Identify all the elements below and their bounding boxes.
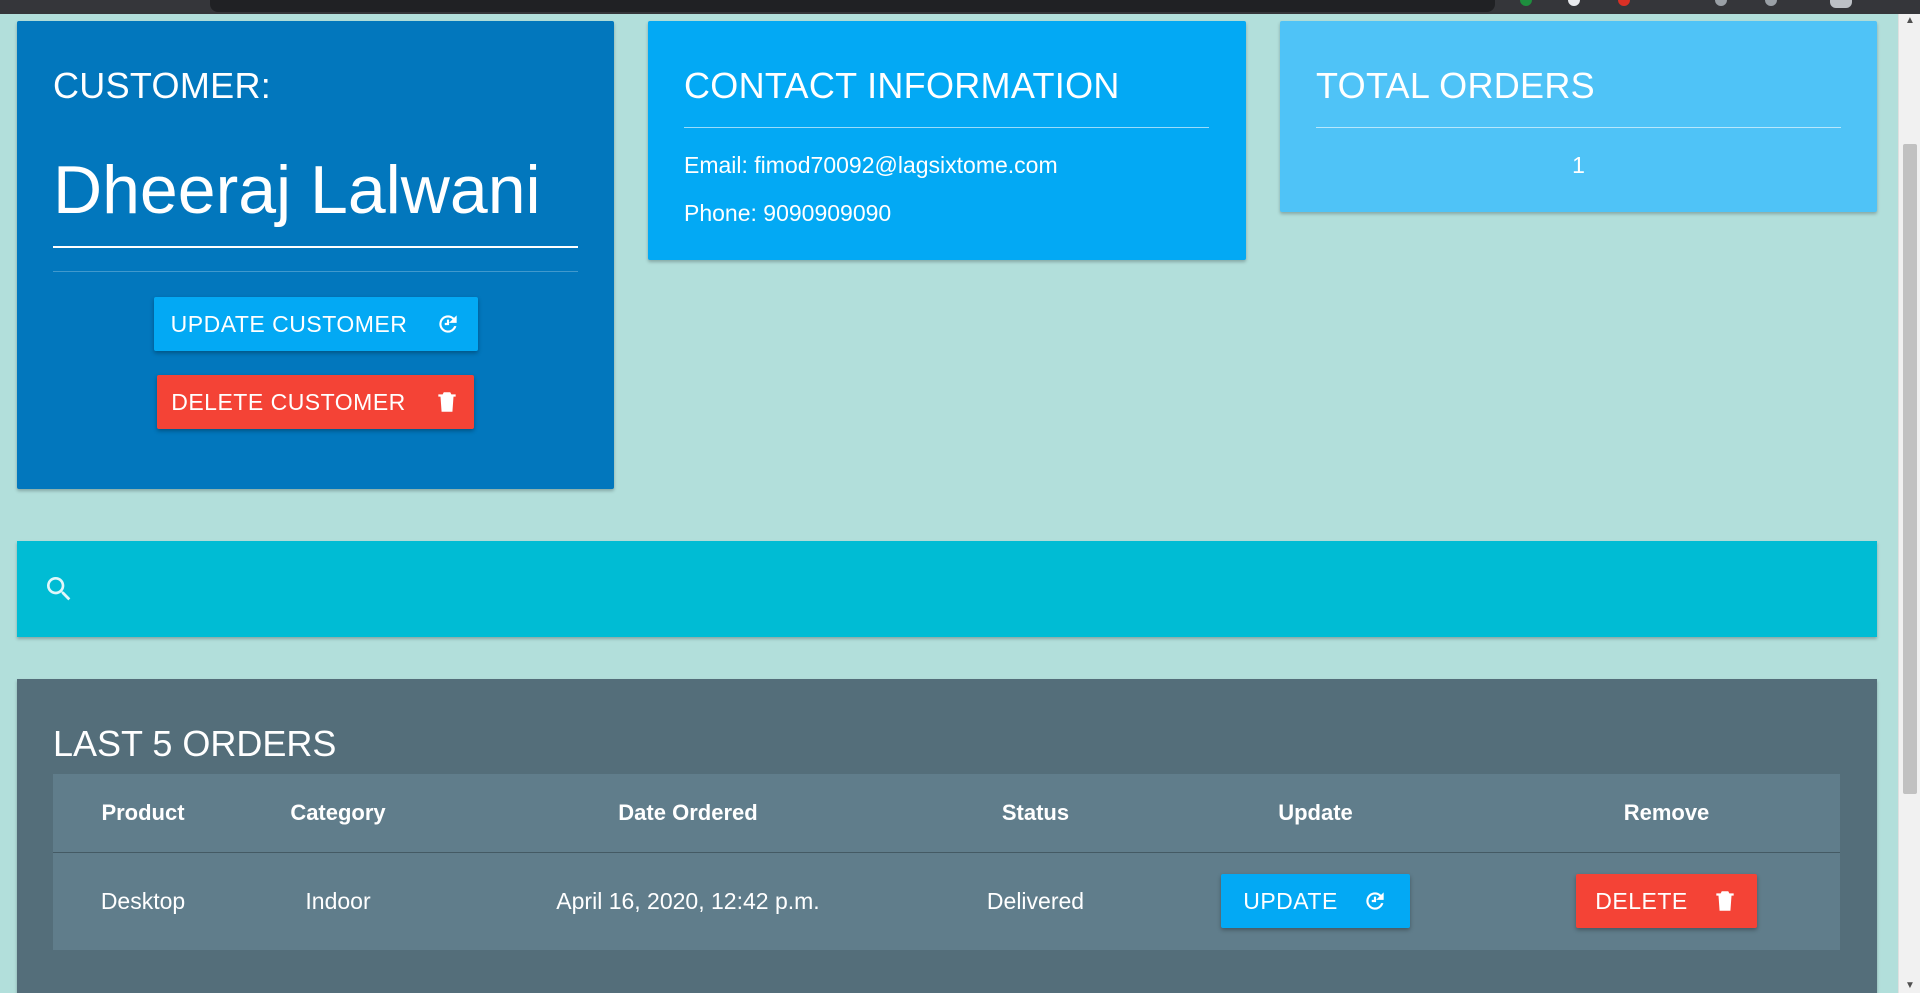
cell-status: Delivered <box>986 887 1085 914</box>
delete-order-button[interactable]: DELETE <box>1576 874 1757 929</box>
cell-product: Desktop <box>100 887 186 914</box>
update-customer-button[interactable]: UPDATE CUSTOMER <box>154 297 478 351</box>
cell-update: UPDATE <box>1138 852 1493 950</box>
divider <box>1316 127 1841 128</box>
trash-icon <box>438 392 456 412</box>
refresh-icon <box>439 315 457 333</box>
update-order-label: UPDATE <box>1243 887 1338 914</box>
search-bar[interactable] <box>17 541 1877 637</box>
cell-date-ordered: April 16, 2020, 12:42 p.m. <box>556 887 820 914</box>
column-header-category: Category <box>233 774 443 853</box>
search-icon[interactable] <box>43 573 75 605</box>
browser-toolbar <box>0 0 1920 14</box>
customer-card: CUSTOMER: Dheeraj Lalwani UPDATE CUSTOME… <box>17 21 614 489</box>
update-order-button[interactable]: UPDATE <box>1221 874 1410 929</box>
delete-order-label: DELETE <box>1595 887 1688 914</box>
update-customer-label: UPDATE CUSTOMER <box>170 310 408 337</box>
orders-table: Product Category Date Ordered Status Upd… <box>53 774 1840 950</box>
customer-name: Dheeraj Lalwani <box>53 152 541 228</box>
scroll-thumb[interactable] <box>1903 144 1917 794</box>
total-orders-card: TOTAL ORDERS 1 <box>1280 21 1877 212</box>
table-row: Desktop Indoor April 16, 2020, 12:42 p.m… <box>53 852 1840 950</box>
scroll-up-arrow-icon[interactable]: ▲ <box>1899 14 1920 28</box>
vertical-scrollbar[interactable]: ▲ ▼ <box>1898 14 1920 993</box>
trash-icon <box>1716 891 1734 911</box>
scroll-down-arrow-icon[interactable]: ▼ <box>1899 979 1920 993</box>
column-header-product: Product <box>53 774 233 853</box>
extension-icon[interactable] <box>1765 0 1777 6</box>
extension-icon[interactable] <box>1715 0 1727 6</box>
total-orders-value: 1 <box>1572 152 1585 178</box>
divider <box>684 127 1209 128</box>
column-header-date-ordered: Date Ordered <box>443 774 933 853</box>
total-orders-title: TOTAL ORDERS <box>1316 65 1595 106</box>
contact-card: CONTACT INFORMATION Email: fimod70092@la… <box>648 21 1246 260</box>
delete-customer-button[interactable]: DELETE CUSTOMER <box>157 375 474 429</box>
column-header-status: Status <box>933 774 1138 853</box>
contact-phone: Phone: 9090909090 <box>684 200 892 226</box>
cell-remove: DELETE <box>1493 852 1840 950</box>
divider <box>53 271 578 272</box>
extension-icon[interactable] <box>1520 0 1532 6</box>
orders-card: LAST 5 ORDERS Product Category Date Orde… <box>17 679 1877 993</box>
column-header-remove: Remove <box>1493 774 1840 853</box>
orders-title: LAST 5 ORDERS <box>53 723 337 764</box>
column-header-update: Update <box>1138 774 1493 853</box>
customer-card-title: CUSTOMER: <box>53 65 272 106</box>
table-header-row: Product Category Date Ordered Status Upd… <box>53 774 1840 853</box>
address-bar[interactable] <box>210 0 1495 12</box>
search-input[interactable] <box>93 563 1853 615</box>
extension-icon[interactable] <box>1568 0 1580 6</box>
divider <box>53 246 578 248</box>
cell-category: Indoor <box>305 887 371 914</box>
contact-email: Email: fimod70092@lagsixtome.com <box>684 152 1058 178</box>
extension-icon[interactable] <box>1618 0 1630 6</box>
profile-avatar-icon[interactable] <box>1830 0 1852 8</box>
contact-card-title: CONTACT INFORMATION <box>684 65 1120 106</box>
refresh-icon <box>1366 892 1384 910</box>
delete-customer-label: DELETE CUSTOMER <box>171 388 406 415</box>
